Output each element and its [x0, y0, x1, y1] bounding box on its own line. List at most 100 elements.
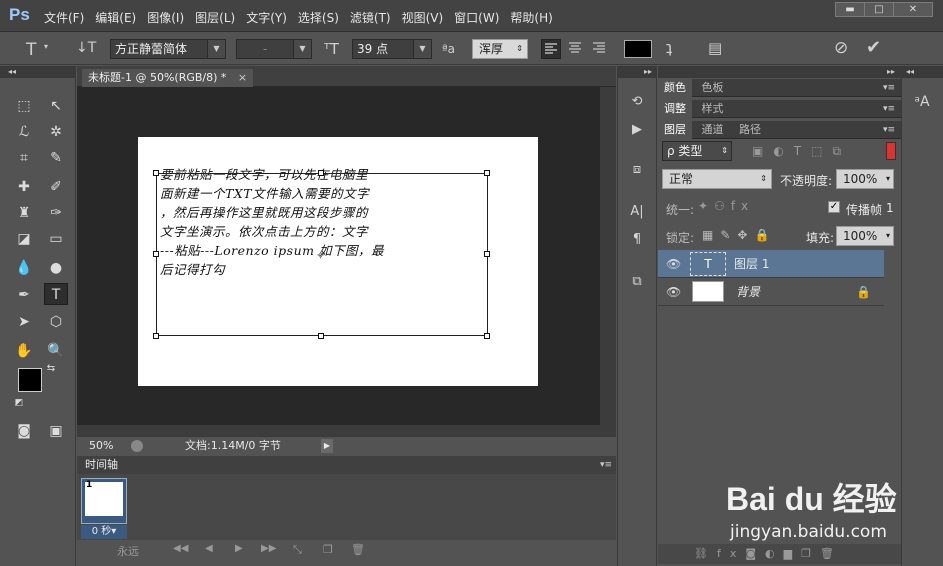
- align-center-button[interactable]: [566, 39, 586, 59]
- brush-tool-icon[interactable]: ✐: [44, 176, 68, 198]
- tab-layers[interactable]: 图层: [658, 121, 692, 139]
- tab-adjustments[interactable]: 调整: [658, 100, 692, 118]
- paragraph-panel-icon[interactable]: ¶: [625, 230, 649, 250]
- panel-menu-icon[interactable]: ▾≡: [883, 79, 895, 97]
- warp-text-icon[interactable]: ʇ: [666, 38, 672, 57]
- 3d-panel-icon[interactable]: ⧈: [625, 160, 649, 180]
- first-frame-icon[interactable]: ◀◀: [173, 543, 188, 554]
- character-panel-icon[interactable]: A|: [625, 202, 649, 222]
- clone-source-panel-icon[interactable]: ⧉: [625, 272, 649, 292]
- menu-image[interactable]: 图像(I): [147, 9, 184, 26]
- layer-filter-kind-select[interactable]: ρ 类型 ⇕: [662, 141, 732, 161]
- cancel-icon[interactable]: ⊘: [834, 38, 848, 58]
- eraser-tool-icon[interactable]: ◪: [12, 228, 36, 250]
- transform-handle[interactable]: [153, 251, 159, 257]
- character-panel-icon[interactable]: ▤: [708, 39, 722, 57]
- type-tool-preset-icon[interactable]: T: [26, 40, 36, 60]
- collapse-panels-icon[interactable]: ▸▸: [658, 66, 901, 78]
- lock-icons[interactable]: ▦✎✥🔒: [702, 228, 776, 242]
- tab-color[interactable]: 颜色: [658, 79, 692, 97]
- tools-collapse-icon[interactable]: ◂◂: [0, 66, 76, 78]
- frame-delay[interactable]: 0 秒▾: [81, 525, 127, 539]
- eye-icon[interactable]: 👁: [666, 250, 681, 278]
- filter-toggle[interactable]: [886, 142, 896, 160]
- blur-tool-icon[interactable]: 💧: [12, 257, 36, 279]
- swap-colors-icon[interactable]: ⇆: [44, 362, 58, 376]
- menu-file[interactable]: 文件(F): [44, 9, 84, 26]
- marquee-tool-icon[interactable]: ⬚: [12, 95, 36, 117]
- align-right-button[interactable]: [590, 39, 610, 59]
- crop-tool-icon[interactable]: ⌗: [12, 147, 36, 169]
- tween-icon[interactable]: ⤡: [293, 543, 302, 557]
- font-style-select[interactable]: - ▼: [236, 39, 312, 59]
- blend-mode-select[interactable]: 正常 ⇕: [662, 169, 772, 189]
- font-family-select[interactable]: 方正静蕾简体 ▼: [110, 39, 226, 59]
- tab-styles[interactable]: 样式: [696, 100, 730, 118]
- menu-filter[interactable]: 滤镜(T): [350, 9, 391, 26]
- transform-handle[interactable]: [318, 333, 324, 339]
- text-color-swatch[interactable]: [624, 40, 652, 58]
- dodge-tool-icon[interactable]: ●: [44, 257, 68, 279]
- font-size-select[interactable]: 39 点 ▼: [352, 39, 432, 59]
- magic-wand-tool-icon[interactable]: ✲: [44, 121, 68, 143]
- timeline-title[interactable]: 时间轴: [85, 458, 118, 471]
- restore-button[interactable]: □: [864, 2, 894, 17]
- loop-select[interactable]: 永远: [117, 543, 139, 559]
- eyedropper-tool-icon[interactable]: ✎: [44, 147, 68, 169]
- align-left-button[interactable]: [541, 39, 561, 59]
- menu-edit[interactable]: 编辑(E): [95, 9, 136, 26]
- panel-menu-icon[interactable]: ▾≡: [600, 456, 612, 474]
- menu-layer[interactable]: 图层(L): [195, 9, 235, 26]
- actions-panel-icon[interactable]: ▶: [625, 120, 649, 140]
- menu-help[interactable]: 帮助(H): [510, 9, 552, 26]
- tab-channels[interactable]: 通道: [696, 121, 730, 139]
- panel-menu-icon[interactable]: ▾≡: [883, 100, 895, 118]
- zoom-tool-icon[interactable]: 🔍: [44, 340, 68, 362]
- propagate-frame-checkbox[interactable]: ✓: [828, 201, 840, 213]
- animation-frame[interactable]: 1: [81, 478, 127, 524]
- character-styles-icon[interactable]: ᵃA: [910, 92, 934, 112]
- shape-tool-icon[interactable]: ⬡: [44, 311, 68, 333]
- play-icon[interactable]: ▶: [235, 543, 243, 554]
- transform-handle[interactable]: [153, 333, 159, 339]
- transform-handle[interactable]: [484, 251, 490, 257]
- transform-handle[interactable]: [484, 333, 490, 339]
- antialias-select[interactable]: 浑厚 ⇕: [472, 39, 528, 59]
- menu-type[interactable]: 文字(Y): [246, 9, 287, 26]
- layer-name[interactable]: 背景: [736, 278, 760, 306]
- hand-tool-icon[interactable]: ✋: [12, 340, 36, 362]
- layer-name[interactable]: 图层 1: [734, 250, 769, 278]
- status-menu-icon[interactable]: [131, 440, 143, 452]
- prev-frame-icon[interactable]: ◀: [205, 543, 213, 554]
- expand-panels-icon[interactable]: ▸▸: [618, 66, 656, 78]
- eye-icon[interactable]: 👁: [666, 278, 681, 306]
- menu-select[interactable]: 选择(S): [298, 9, 339, 26]
- document-tab[interactable]: 未标题-1 @ 50%(RGB/8) * ×: [82, 69, 254, 87]
- toggle-text-orientation-icon[interactable]: ↓T: [76, 40, 96, 56]
- duplicate-frame-icon[interactable]: ❐: [323, 543, 333, 556]
- transform-handle[interactable]: [318, 170, 324, 176]
- next-frame-icon[interactable]: ▶▶: [261, 543, 276, 554]
- minimize-button[interactable]: ▬: [835, 2, 865, 17]
- close-window-button[interactable]: ✕: [893, 2, 933, 17]
- delete-frame-icon[interactable]: 🗑: [351, 543, 365, 556]
- close-tab-icon[interactable]: ×: [238, 71, 247, 84]
- vertical-scrollbar[interactable]: [600, 87, 616, 436]
- unify-icons[interactable]: ✦⚇fx: [698, 199, 754, 213]
- quick-mask-icon[interactable]: ◙: [12, 420, 36, 442]
- default-colors-icon[interactable]: ◩: [12, 396, 26, 410]
- move-tool-icon[interactable]: ↖: [44, 95, 68, 117]
- opacity-input[interactable]: 100% ▾: [836, 169, 894, 189]
- fill-input[interactable]: 100% ▾: [836, 226, 894, 246]
- foreground-color-swatch[interactable]: [18, 368, 42, 392]
- menu-window[interactable]: 窗口(W): [454, 9, 499, 26]
- commit-check-icon[interactable]: ✔: [866, 37, 881, 58]
- status-arrow-icon[interactable]: ▶: [321, 439, 333, 453]
- clone-stamp-tool-icon[interactable]: ♜: [12, 202, 36, 224]
- tab-paths[interactable]: 路径: [733, 121, 767, 139]
- gradient-tool-icon[interactable]: ▭: [44, 228, 68, 250]
- zoom-level[interactable]: 50%: [89, 437, 113, 455]
- pen-tool-icon[interactable]: ✒: [12, 284, 36, 306]
- layer-row[interactable]: 👁 T 图层 1: [658, 250, 884, 278]
- layer-row[interactable]: 👁 背景 🔒: [658, 278, 884, 306]
